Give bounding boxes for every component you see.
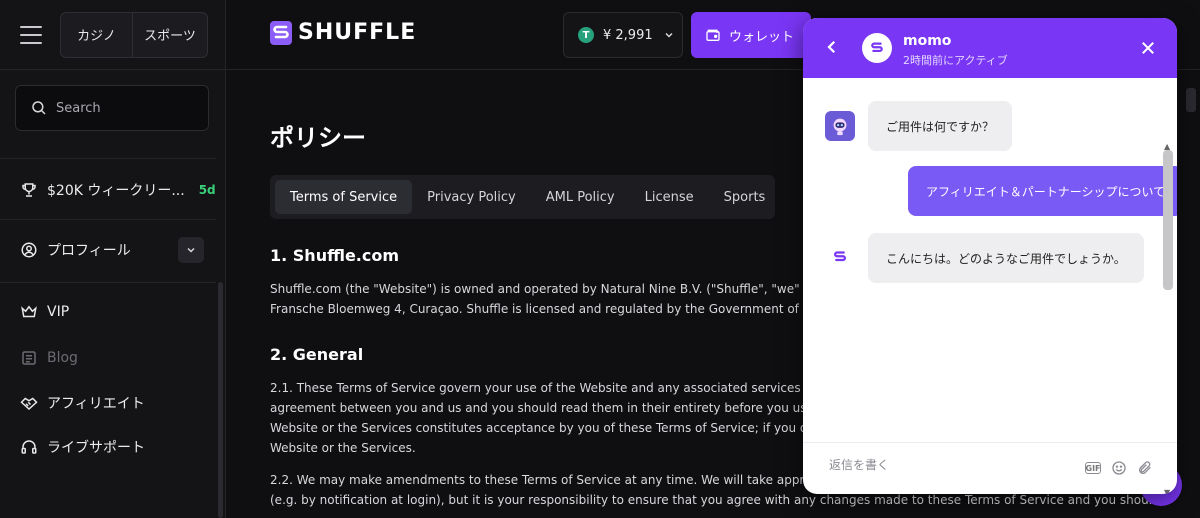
search-box[interactable]	[15, 85, 209, 131]
chat-header: momo 2時間前にアクティブ	[803, 18, 1177, 78]
sidebar: カジノ スポーツ $20K ウィークリー... 5d プロフィール VIP	[0, 0, 226, 518]
sidebar-item-label: Blog	[47, 350, 78, 366]
agent-name: momo	[903, 33, 952, 49]
paperclip-icon	[1139, 461, 1151, 474]
sidebar-item-label: $20K ウィークリー...	[47, 183, 185, 199]
agent-status: 2時間前にアクティブ	[903, 54, 1008, 67]
chevron-down-icon	[187, 247, 195, 253]
balance-amount: ¥ 2,991	[603, 27, 653, 43]
sidebar-item-label: ライブサポート	[47, 440, 145, 456]
chat-messages: ご用件は何ですか？ アフィリエイト＆パートナーシップについて こんにちは。どのよ…	[803, 78, 1177, 494]
tab-license[interactable]: License	[630, 180, 709, 214]
trophy-icon	[20, 181, 38, 199]
tether-icon: T	[578, 27, 594, 43]
sidebar-item-weekly-race[interactable]: $20K ウィークリー... 5d	[20, 180, 216, 200]
sidebar-item-profile[interactable]: プロフィール	[20, 240, 131, 260]
sidebar-item-affiliate[interactable]: アフィリエイト	[20, 393, 145, 413]
shuffle-logo-icon	[871, 42, 883, 52]
emoji-button[interactable]	[1110, 459, 1128, 477]
support-chat-window: momo 2時間前にアクティブ ご用件は何ですか？ アフィリエイト＆パートナーシ…	[803, 18, 1177, 494]
sidebar-item-live-support[interactable]: ライブサポート	[20, 437, 145, 457]
tab-sports[interactable]: スポーツ	[133, 13, 207, 57]
robot-icon	[833, 118, 847, 136]
sidebar-top: カジノ スポーツ	[0, 0, 225, 70]
time-left-badge: 5d	[198, 183, 216, 197]
tab-privacy-policy[interactable]: Privacy Policy	[412, 180, 531, 214]
balance-selector[interactable]: T ¥ 2,991	[563, 12, 683, 58]
wallet-button[interactable]: ウォレット	[691, 12, 811, 58]
search-icon	[32, 101, 46, 115]
back-arrow-icon[interactable]	[823, 37, 841, 57]
crown-icon	[20, 303, 38, 321]
bot-message: ご用件は何ですか？	[868, 101, 1013, 151]
chat-composer: GIF	[803, 442, 1177, 494]
gif-button[interactable]: GIF	[1085, 462, 1101, 474]
headset-icon	[20, 438, 38, 456]
sidebar-item-label: アフィリエイト	[47, 396, 145, 412]
page-title: ポリシー	[270, 124, 366, 152]
profile-expand-button[interactable]	[178, 237, 204, 263]
tab-terms-of-service[interactable]: Terms of Service	[275, 180, 413, 214]
divider	[0, 219, 216, 220]
sidebar-item-label: VIP	[47, 304, 70, 320]
shuffle-logo[interactable]: SHUFFLE	[270, 20, 416, 45]
handshake-icon	[20, 394, 38, 412]
reply-input[interactable]	[829, 458, 1069, 472]
bot-avatar	[825, 111, 855, 141]
divider	[0, 282, 216, 283]
bot-message: こんにちは。どのようなご用件でしょうか。	[868, 233, 1144, 283]
sidebar-item-label: プロフィール	[47, 243, 131, 259]
wallet-icon	[706, 29, 720, 41]
shuffle-logo-icon	[834, 251, 846, 262]
chevron-down-icon	[665, 32, 673, 38]
attach-button[interactable]	[1136, 459, 1154, 477]
close-icon[interactable]	[1139, 39, 1157, 57]
policy-tabs: Terms of Service Privacy Policy AML Poli…	[270, 175, 775, 219]
search-input[interactable]	[56, 100, 196, 116]
user-circle-icon	[20, 241, 38, 259]
divider	[0, 158, 216, 159]
logo-text: SHUFFLE	[298, 20, 417, 45]
tab-aml-policy[interactable]: AML Policy	[531, 180, 630, 214]
tab-casino[interactable]: カジノ	[61, 12, 133, 57]
sidebar-item-vip[interactable]: VIP	[20, 303, 69, 321]
hamburger-menu-icon[interactable]	[20, 25, 42, 44]
user-message: アフィリエイト＆パートナーシップについて	[908, 166, 1177, 216]
chat-scrollbar[interactable]	[1163, 150, 1173, 290]
page-scrollbar[interactable]	[1186, 88, 1196, 112]
blog-icon	[20, 349, 38, 367]
category-switch: カジノ スポーツ	[60, 11, 208, 58]
tab-sports[interactable]: Sports	[709, 180, 781, 214]
sidebar-scrollbar[interactable]	[218, 282, 223, 518]
smiley-icon	[1112, 461, 1126, 475]
agent-avatar	[862, 33, 892, 63]
shuffle-logo-icon	[270, 20, 292, 45]
sidebar-item-blog[interactable]: Blog	[20, 349, 78, 367]
wallet-label: ウォレット	[729, 29, 795, 45]
